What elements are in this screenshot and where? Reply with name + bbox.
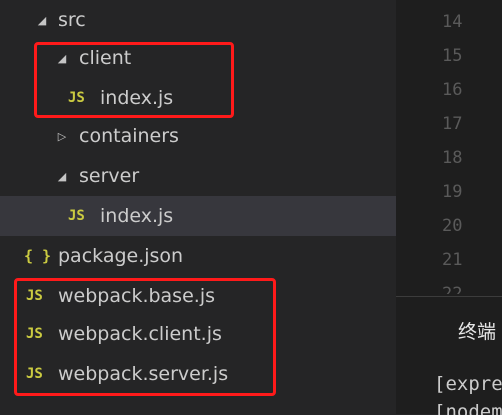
tree-item-label: src <box>58 9 86 31</box>
highlight-box-webpack <box>14 278 276 396</box>
line-number: 19 <box>442 182 463 202</box>
line-number: 18 <box>442 148 463 168</box>
tree-item-package-json[interactable]: { } package.json <box>0 236 396 276</box>
tree-item-label: server <box>79 165 140 187</box>
chevron-down-icon[interactable]: ◢ <box>34 14 50 27</box>
line-number: 21 <box>442 250 463 270</box>
terminal-panel: 终端 [expre [nodem <box>396 296 502 415</box>
chevron-right-icon[interactable]: ▷ <box>54 130 70 143</box>
explorer-panel: ◢ src ◢ client JS index.js ▷ containers … <box>0 0 396 414</box>
line-number: 16 <box>442 80 463 100</box>
tab-terminal[interactable]: 终端 <box>458 317 496 344</box>
tree-item-src[interactable]: ◢ src <box>0 0 396 40</box>
json-file-icon: { } <box>24 247 52 265</box>
tree-item-containers[interactable]: ▷ containers <box>0 116 396 156</box>
tree-item-server-index-js[interactable]: JS index.js <box>0 196 396 236</box>
line-number: 22 <box>442 284 463 294</box>
highlight-box-client <box>34 42 234 118</box>
js-file-icon: JS <box>68 208 85 224</box>
terminal-output-line: [nodem <box>434 401 502 415</box>
tree-item-server[interactable]: ◢ server <box>0 156 396 196</box>
tree-item-label: package.json <box>58 245 184 267</box>
editor-area[interactable]: 14 15 16 17 18 19 20 21 22 <box>396 0 502 296</box>
line-number: 20 <box>442 216 463 236</box>
tree-item-label: containers <box>79 125 179 147</box>
line-number: 17 <box>442 114 463 134</box>
line-number: 14 <box>442 12 463 32</box>
line-number: 15 <box>442 46 463 66</box>
tree-item-label: index.js <box>100 205 174 227</box>
chevron-down-icon[interactable]: ◢ <box>54 170 70 183</box>
terminal-output-line: [expre <box>434 373 502 395</box>
